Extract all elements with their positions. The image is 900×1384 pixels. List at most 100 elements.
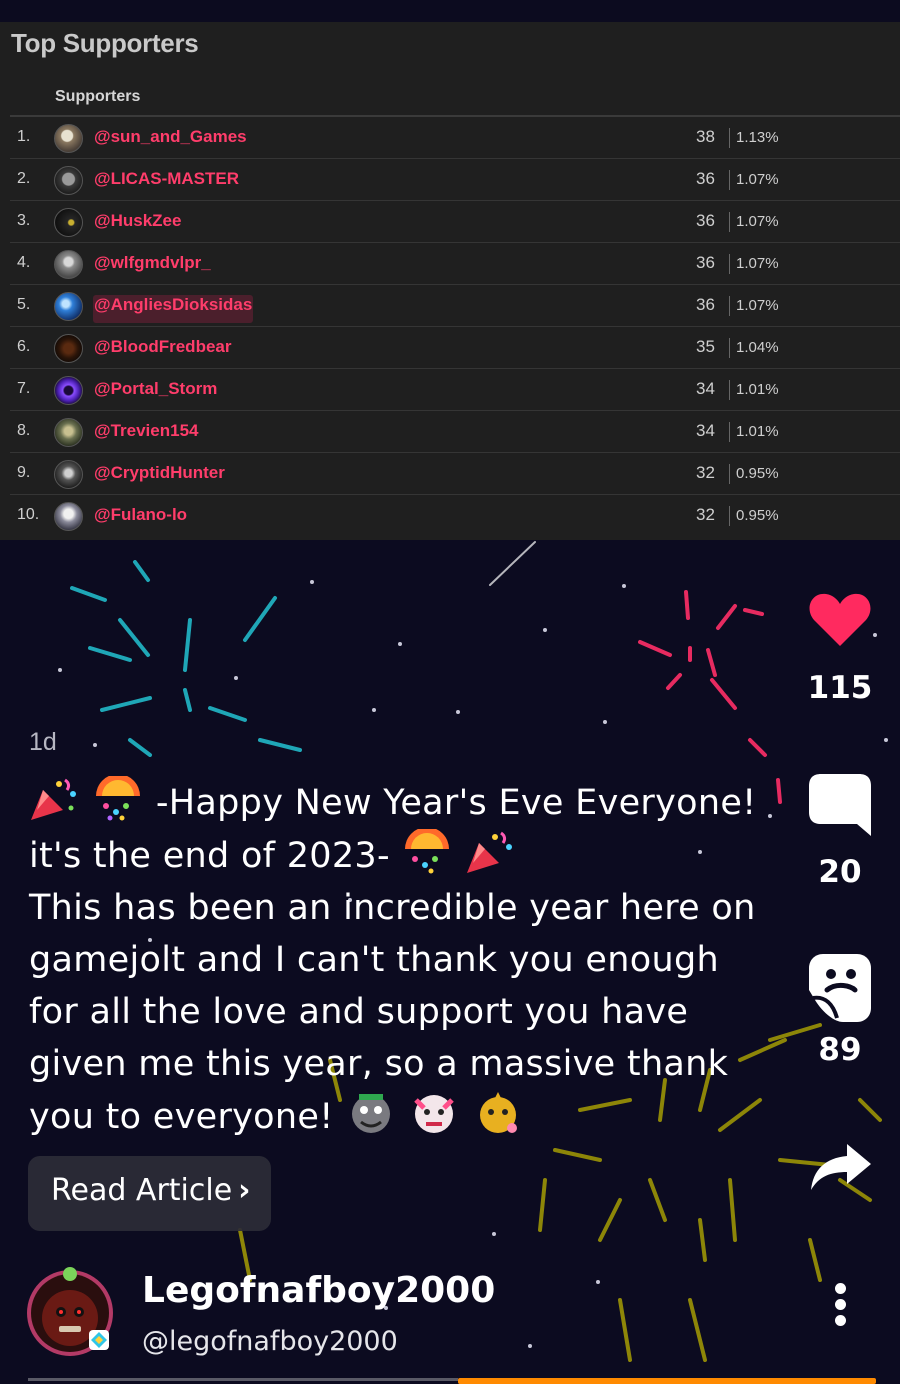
sticker-icon: [408, 1090, 460, 1136]
supporter-username[interactable]: @HuskZee: [94, 211, 181, 231]
supporter-row[interactable]: 4. @wlfgmdvlpr_ 36 1.07%: [10, 243, 900, 285]
panel-title: Top Supporters: [11, 28, 199, 58]
like-action[interactable]: 115: [800, 590, 880, 706]
supporter-avatar[interactable]: [54, 334, 83, 363]
divider: [729, 464, 730, 484]
video-progress-buffer: [458, 1378, 876, 1384]
more-icon-dot: [834, 1283, 846, 1294]
supporter-avatar[interactable]: [54, 460, 83, 489]
author-handle[interactable]: @legofnafboy2000: [142, 1326, 398, 1357]
supporter-avatar[interactable]: [54, 250, 83, 279]
author-avatar[interactable]: [25, 1266, 119, 1360]
supporter-username[interactable]: @Fulano-lo: [94, 505, 187, 525]
more-options-button[interactable]: [830, 1283, 850, 1331]
sticker-action[interactable]: 89: [800, 952, 880, 1068]
supporter-count: 34: [696, 421, 715, 440]
more-icon-dot: [834, 1299, 846, 1310]
caption-line-2: it's the end of 2023-: [29, 836, 402, 876]
rank: 4.: [17, 254, 31, 271]
supporter-avatar[interactable]: [54, 418, 83, 447]
rank: 10.: [17, 506, 40, 523]
video-post[interactable]: 1d -Happy New Year's Eve Everyone! it's …: [0, 540, 900, 1384]
more-icon-dot: [834, 1315, 846, 1326]
rank: 3.: [17, 212, 31, 229]
divider: [729, 254, 730, 274]
supporter-row[interactable]: 6. @BloodFredbear 35 1.04%: [10, 327, 900, 369]
supporter-avatar[interactable]: [54, 292, 83, 321]
rank: 9.: [17, 464, 31, 481]
supporter-username[interactable]: @LICAS-MASTER: [94, 169, 239, 189]
sticker-icon: [345, 1090, 397, 1136]
heart-icon[interactable]: [808, 590, 872, 650]
supporter-percent: 1.07%: [736, 255, 779, 272]
rank: 7.: [17, 380, 31, 397]
comment-count: 20: [818, 854, 862, 890]
supporter-percent: 1.04%: [736, 339, 779, 356]
supporter-row[interactable]: 9. @CryptidHunter 32 0.95%: [10, 453, 900, 495]
share-action[interactable]: [800, 1142, 880, 1196]
supporter-row[interactable]: 3. @HuskZee 36 1.07%: [10, 201, 900, 243]
supporter-row[interactable]: 8. @Trevien154 34 1.01%: [10, 411, 900, 453]
divider: [729, 380, 730, 400]
comment-action[interactable]: 20: [800, 772, 880, 890]
supporter-count: 36: [696, 253, 715, 272]
party-popper-icon: [465, 829, 517, 875]
author-name[interactable]: Legofnafboy2000: [142, 1270, 495, 1311]
supporter-percent: 0.95%: [736, 507, 779, 524]
supporter-count: 36: [696, 169, 715, 188]
rank: 6.: [17, 338, 31, 355]
like-count: 115: [807, 670, 873, 706]
divider: [729, 128, 730, 148]
share-icon[interactable]: [807, 1142, 873, 1192]
supporter-row[interactable]: 5. @AngliesDioksidas 36 1.07%: [10, 285, 900, 327]
video-progress-track[interactable]: [28, 1378, 458, 1381]
supporter-avatar[interactable]: [54, 124, 83, 153]
supporter-username[interactable]: @sun_and_Games: [94, 127, 247, 147]
supporter-percent: 1.01%: [736, 381, 779, 398]
confetti-ball-icon: [401, 827, 453, 875]
divider: [729, 212, 730, 232]
supporter-username[interactable]: @Trevien154: [94, 421, 198, 441]
supporter-username[interactable]: @wlfgmdvlpr_: [94, 253, 211, 273]
supporter-percent: 1.13%: [736, 129, 779, 146]
supporter-avatar[interactable]: [54, 502, 83, 531]
supporter-username[interactable]: @BloodFredbear: [94, 337, 231, 357]
supporter-count: 32: [696, 505, 715, 524]
post-caption: -Happy New Year's Eve Everyone! it's the…: [29, 774, 759, 1143]
supporter-count: 36: [696, 295, 715, 314]
sticker-count: 89: [818, 1032, 862, 1068]
supporter-avatar[interactable]: [54, 376, 83, 405]
read-article-button[interactable]: Read Article ›: [28, 1156, 271, 1231]
supporter-count: 35: [696, 337, 715, 356]
supporter-username[interactable]: @AngliesDioksidas: [93, 295, 254, 323]
confetti-ball-icon: [92, 774, 144, 822]
top-supporters-panel: Top Supporters Supporters 1. @sun_and_Ga…: [0, 22, 900, 540]
supporter-count: 38: [696, 127, 715, 146]
supporter-row[interactable]: 7. @Portal_Storm 34 1.01%: [10, 369, 900, 411]
supporter-username[interactable]: @CryptidHunter: [94, 463, 225, 483]
supporter-row[interactable]: 2. @LICAS-MASTER 36 1.07%: [10, 159, 900, 201]
supporters-column-header: Supporters: [55, 88, 141, 105]
supporter-count: 36: [696, 211, 715, 230]
supporter-row[interactable]: 1. @sun_and_Games 38 1.13%: [10, 117, 900, 159]
supporter-percent: 1.07%: [736, 171, 779, 188]
rank: 8.: [17, 422, 31, 439]
divider: [729, 422, 730, 442]
rank: 1.: [17, 128, 31, 145]
sticker-icon: [472, 1090, 524, 1136]
rank: 2.: [17, 170, 31, 187]
supporter-percent: 1.07%: [736, 213, 779, 230]
supporter-percent: 0.95%: [736, 465, 779, 482]
comment-icon[interactable]: [807, 772, 873, 838]
divider: [729, 296, 730, 316]
supporter-count: 32: [696, 463, 715, 482]
divider: [729, 506, 730, 526]
supporter-count: 34: [696, 379, 715, 398]
supporter-avatar[interactable]: [54, 166, 83, 195]
supporter-row[interactable]: 10. @Fulano-lo 32 0.95%: [10, 495, 900, 537]
party-popper-icon: [29, 776, 81, 822]
supporter-username[interactable]: @Portal_Storm: [94, 379, 217, 399]
read-article-label: Read Article: [51, 1173, 233, 1208]
sticker-icon[interactable]: [807, 952, 873, 1026]
supporter-avatar[interactable]: [54, 208, 83, 237]
